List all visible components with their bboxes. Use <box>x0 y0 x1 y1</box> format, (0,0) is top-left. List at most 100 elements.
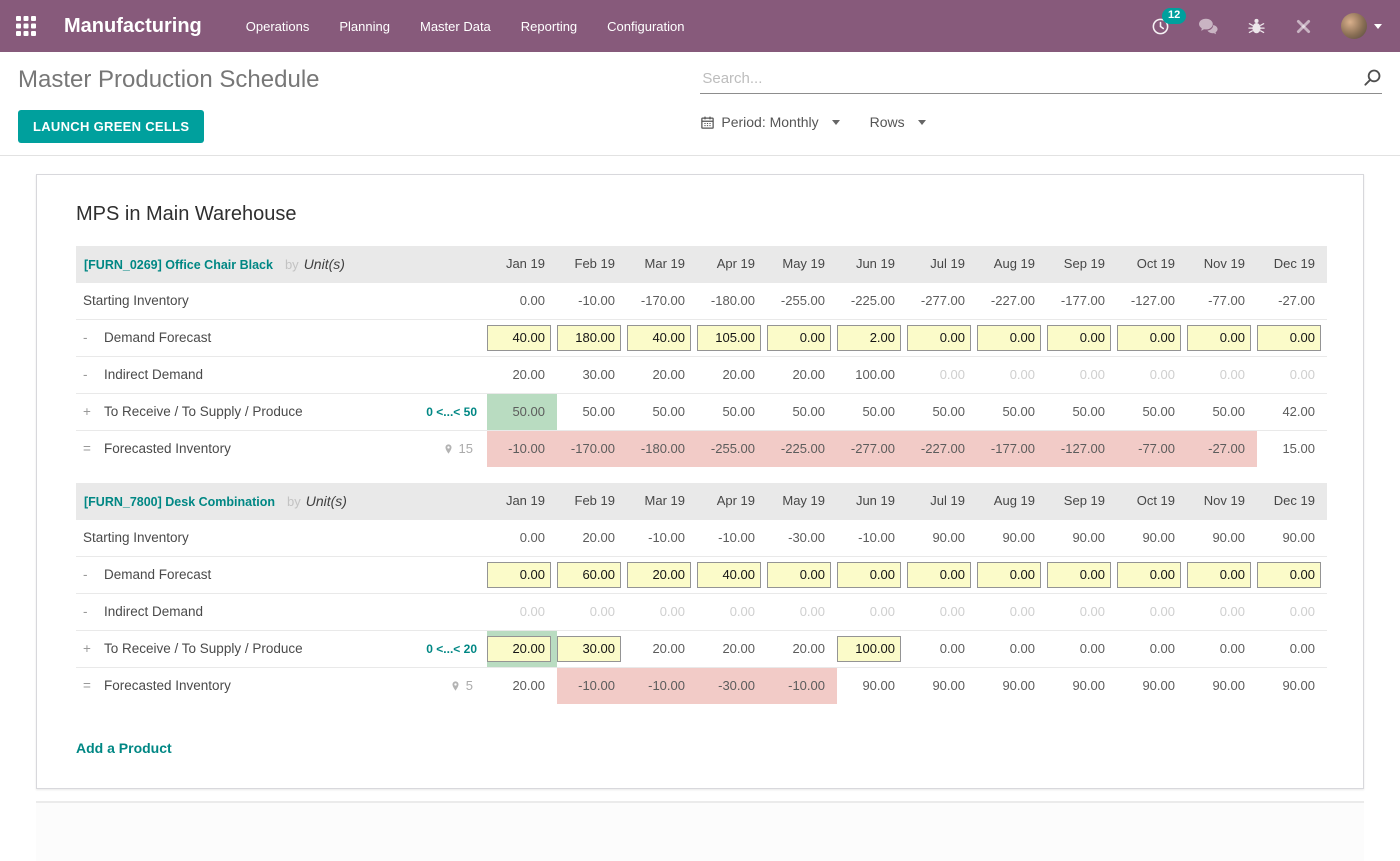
tools-icon[interactable] <box>1294 17 1313 36</box>
rows-filter-label: Rows <box>870 114 905 130</box>
mps-cell <box>1257 556 1327 593</box>
forecast-input[interactable] <box>907 325 971 351</box>
forecast-input[interactable] <box>627 562 691 588</box>
forecast-input[interactable] <box>487 325 551 351</box>
product-name-link[interactable]: [FURN_7800] Desk Combination <box>84 495 275 509</box>
menu-reporting[interactable]: Reporting <box>521 15 577 38</box>
page-title: Master Production Schedule <box>18 66 686 94</box>
mps-cell <box>627 556 697 593</box>
forecast-input[interactable] <box>977 325 1041 351</box>
search-input[interactable] <box>700 69 1362 88</box>
chevron-down-icon <box>832 120 840 125</box>
mps-cell <box>627 319 697 356</box>
forecast-input[interactable] <box>1047 562 1111 588</box>
forecast-input[interactable] <box>837 562 901 588</box>
mps-row: -Demand Forecast <box>76 556 1327 593</box>
month-header: Oct 19 <box>1117 483 1187 519</box>
forecast-input[interactable] <box>767 562 831 588</box>
mps-row: -Demand Forecast <box>76 319 1327 356</box>
row-label-cell: -Demand Forecast <box>76 319 487 356</box>
month-header: May 19 <box>767 246 837 282</box>
mps-cell <box>1187 556 1257 593</box>
mps-product-table: [FURN_0269] Office Chair BlackbyUnit(s)J… <box>76 246 1327 467</box>
row-label: Forecasted Inventory <box>104 441 231 456</box>
mps-cell <box>977 319 1047 356</box>
mps-cell: 90.00 <box>1047 667 1117 704</box>
forecast-input[interactable] <box>697 562 761 588</box>
activities-clock-icon[interactable]: 12 <box>1151 17 1170 36</box>
launch-green-cells-button[interactable]: LAUNCH GREEN CELLS <box>18 110 204 143</box>
add-product-link[interactable]: Add a Product <box>76 740 172 756</box>
row-label: Indirect Demand <box>104 367 203 382</box>
mps-cell: 0.00 <box>487 593 557 630</box>
mps-cell <box>837 556 907 593</box>
forecast-input[interactable] <box>837 636 901 662</box>
mps-cell <box>767 319 837 356</box>
mps-cell: -10.00 <box>697 519 767 556</box>
period-filter[interactable]: Period: Monthly <box>700 114 839 130</box>
mps-cell: -27.00 <box>1187 430 1257 467</box>
rows-filter[interactable]: Rows <box>870 114 926 130</box>
menu-planning[interactable]: Planning <box>339 15 390 38</box>
row-label-cell: Starting Inventory <box>76 519 487 556</box>
menu-operations[interactable]: Operations <box>246 15 310 38</box>
product-name-link[interactable]: [FURN_0269] Office Chair Black <box>84 258 273 272</box>
month-header: Apr 19 <box>697 483 767 519</box>
forecast-input[interactable] <box>487 636 551 662</box>
forecast-input[interactable] <box>487 562 551 588</box>
forecast-input[interactable] <box>977 562 1041 588</box>
app-title[interactable]: Manufacturing <box>64 15 202 38</box>
period-filter-label: Period: Monthly <box>721 114 818 130</box>
month-header: Feb 19 <box>557 246 627 282</box>
forecast-input[interactable] <box>557 325 621 351</box>
forecast-input[interactable] <box>907 562 971 588</box>
mps-cell: 50.00 <box>627 393 697 430</box>
apps-grid-icon[interactable] <box>0 16 52 36</box>
forecast-input[interactable] <box>557 562 621 588</box>
mps-cell: 50.00 <box>487 393 557 430</box>
month-header: Mar 19 <box>627 483 697 519</box>
mps-cell: 0.00 <box>1047 356 1117 393</box>
content-area: MPS in Main Warehouse [FURN_0269] Office… <box>0 156 1400 861</box>
mps-row: +To Receive / To Supply / Produce0 <...<… <box>76 630 1327 667</box>
forecast-input[interactable] <box>837 325 901 351</box>
mps-cell <box>1047 319 1117 356</box>
mps-cell: 0.00 <box>1187 630 1257 667</box>
forecast-input[interactable] <box>627 325 691 351</box>
menu-master-data[interactable]: Master Data <box>420 15 491 38</box>
row-label-cell: +To Receive / To Supply / Produce0 <...<… <box>76 630 487 667</box>
menu-configuration[interactable]: Configuration <box>607 15 684 38</box>
forecast-input[interactable] <box>1187 325 1251 351</box>
forecast-input[interactable] <box>697 325 761 351</box>
mps-cell: 0.00 <box>977 356 1047 393</box>
forecast-input[interactable] <box>1117 325 1181 351</box>
mps-cell: 0.00 <box>977 593 1047 630</box>
mps-row: =Forecasted Inventory15-10.00-170.00-180… <box>76 430 1327 467</box>
search-icon[interactable] <box>1362 68 1382 88</box>
forecast-input[interactable] <box>557 636 621 662</box>
forecast-input[interactable] <box>767 325 831 351</box>
target-value: 15 <box>459 441 473 456</box>
mps-cell <box>487 319 557 356</box>
product-header-cell: [FURN_0269] Office Chair BlackbyUnit(s) <box>76 246 487 282</box>
month-header: Mar 19 <box>627 246 697 282</box>
mps-cell: -227.00 <box>907 430 977 467</box>
supply-range-label: 0 <...< 50 <box>426 405 487 419</box>
mps-cell: 15.00 <box>1257 430 1327 467</box>
forecast-input[interactable] <box>1257 325 1321 351</box>
forecast-input[interactable] <box>1187 562 1251 588</box>
month-header: Aug 19 <box>977 483 1047 519</box>
messages-chat-icon[interactable] <box>1198 17 1219 36</box>
bug-icon[interactable] <box>1247 17 1266 36</box>
chevron-down-icon <box>1374 24 1382 29</box>
forecast-input[interactable] <box>1257 562 1321 588</box>
forecast-input[interactable] <box>1117 562 1181 588</box>
forecast-input[interactable] <box>1047 325 1111 351</box>
row-label: Demand Forecast <box>104 330 211 345</box>
user-menu[interactable] <box>1341 13 1382 39</box>
mps-cell: -180.00 <box>627 430 697 467</box>
month-header: Apr 19 <box>697 246 767 282</box>
mps-row: -Indirect Demand20.0030.0020.0020.0020.0… <box>76 356 1327 393</box>
month-header: Jan 19 <box>487 483 557 519</box>
row-sign: - <box>83 567 104 582</box>
